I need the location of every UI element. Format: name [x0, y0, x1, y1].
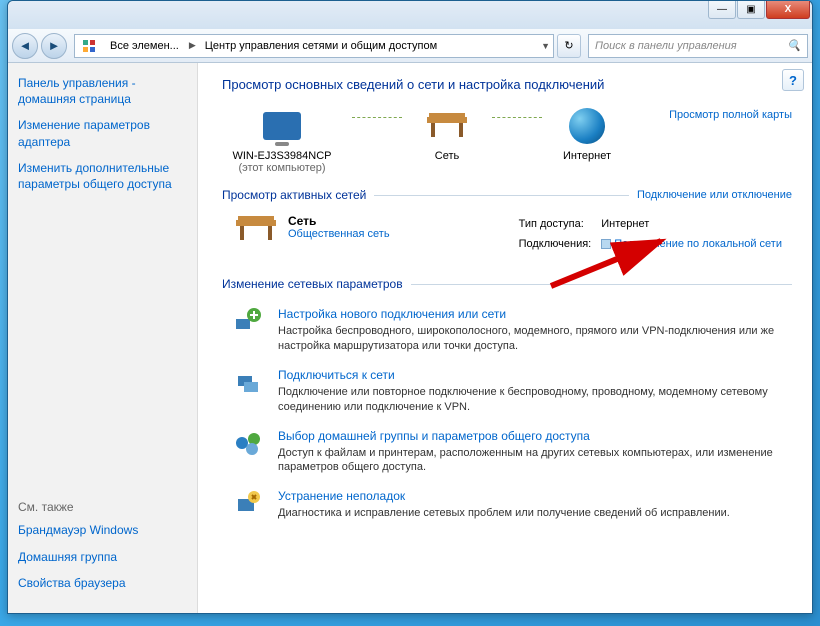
main-content: ? Просмотр основных сведений о сети и на… [198, 63, 812, 613]
homegroup-icon [234, 429, 266, 476]
troubleshoot-icon [234, 489, 266, 521]
local-connection-link[interactable]: Подключение по локальной сети [614, 238, 782, 250]
navbar: ◄ ► Все элемен... ▶ Центр управления сет… [8, 29, 812, 63]
sidebar: Панель управления - домашняя страница Из… [8, 63, 198, 613]
active-networks-title: Просмотр активных сетей [222, 188, 366, 202]
sidebar-sharing-link[interactable]: Изменить дополнительные параметры общего… [18, 160, 187, 192]
settings-item-title[interactable]: Настройка нового подключения или сети [278, 307, 788, 321]
connect-disconnect-link[interactable]: Подключение или отключение [637, 189, 792, 201]
breadcrumb-network-center[interactable]: Центр управления сетями и общим доступом [199, 35, 444, 57]
address-bar[interactable]: Все элемен... ▶ Центр управления сетями … [74, 34, 554, 58]
connect-icon [234, 368, 266, 415]
settings-item-desc: Подключение или повторное подключение к … [278, 385, 788, 415]
breadcrumb-all-items[interactable]: Все элемен... [104, 35, 186, 57]
settings-item-homegroup: Выбор домашней группы и параметров общег… [222, 419, 792, 480]
help-button[interactable]: ? [782, 69, 804, 91]
settings-item-desc: Диагностика и исправление сетевых пробле… [278, 506, 730, 521]
maximize-button[interactable]: ▣ [737, 1, 765, 19]
settings-item-title[interactable]: Подключиться к сети [278, 368, 788, 382]
search-input[interactable]: Поиск в панели управления 🔍 [588, 34, 808, 58]
node-network-label: Сеть [412, 150, 482, 162]
sidebar-adapter-link[interactable]: Изменение параметров адаптера [18, 117, 187, 149]
view-full-map-link[interactable]: Просмотр полной карты [669, 109, 792, 121]
connector-icon [492, 106, 542, 128]
settings-item-desc: Настройка беспроводного, широкополосного… [278, 324, 788, 354]
change-settings-title: Изменение сетевых параметров [222, 277, 403, 291]
settings-item-title[interactable]: Выбор домашней группы и параметров общег… [278, 429, 788, 443]
pc-icon [259, 106, 305, 146]
divider [411, 284, 792, 285]
globe-icon [564, 106, 610, 146]
nic-icon [601, 239, 611, 249]
search-icon: 🔍 [787, 39, 801, 52]
access-type-value: Интернет [601, 216, 790, 234]
node-pc-name: WIN-EJ3S3984NCP [222, 150, 342, 162]
search-placeholder: Поиск в панели управления [595, 40, 737, 52]
control-panel-window: — ▣ X ◄ ► Все элемен... ▶ Центр управлен… [7, 0, 813, 614]
settings-item-title[interactable]: Устранение неполадок [278, 489, 730, 503]
settings-item-troubleshoot: Устранение неполадок Диагностика и испра… [222, 479, 792, 525]
settings-item-new-connection: Настройка нового подключения или сети На… [222, 297, 792, 358]
close-button[interactable]: X [766, 1, 810, 19]
node-internet-label: Интернет [552, 150, 622, 162]
new-connection-icon [234, 307, 266, 354]
active-network-name: Сеть [288, 214, 390, 228]
page-title: Просмотр основных сведений о сети и наст… [222, 77, 792, 92]
refresh-button[interactable]: ↻ [557, 34, 581, 58]
bench-icon [424, 106, 470, 146]
divider [374, 195, 629, 196]
node-network: Сеть [412, 106, 482, 162]
sidebar-homegroup-link[interactable]: Домашняя группа [18, 549, 187, 565]
forward-button[interactable]: ► [41, 33, 67, 59]
addr-dropdown-icon[interactable]: ▼ [538, 41, 553, 51]
titlebar: — ▣ X [8, 1, 812, 29]
settings-item-connect: Подключиться к сети Подключение или повт… [222, 358, 792, 419]
connections-label: Подключения: [519, 236, 600, 254]
breadcrumb-icon[interactable] [75, 35, 104, 57]
minimize-button[interactable]: — [708, 1, 736, 19]
sidebar-browser-props-link[interactable]: Свойства браузера [18, 575, 187, 591]
sidebar-home-link[interactable]: Панель управления - домашняя страница [18, 75, 187, 107]
node-pc-sub: (этот компьютер) [222, 162, 342, 174]
active-network-type-link[interactable]: Общественная сеть [288, 228, 390, 240]
active-network-panel: Сеть Общественная сеть Тип доступа: Инте… [222, 208, 792, 261]
connector-icon [352, 106, 402, 128]
sidebar-see-also-title: См. также [18, 500, 187, 514]
settings-item-desc: Доступ к файлам и принтерам, расположенн… [278, 446, 788, 476]
back-button[interactable]: ◄ [12, 33, 38, 59]
node-internet: Интернет [552, 106, 622, 162]
breadcrumb-arrow-icon: ▶ [186, 40, 199, 51]
sidebar-firewall-link[interactable]: Брандмауэр Windows [18, 522, 187, 538]
access-type-label: Тип доступа: [519, 216, 600, 234]
node-this-pc: WIN-EJ3S3984NCP (этот компьютер) [222, 106, 342, 174]
network-bench-icon [234, 214, 278, 246]
